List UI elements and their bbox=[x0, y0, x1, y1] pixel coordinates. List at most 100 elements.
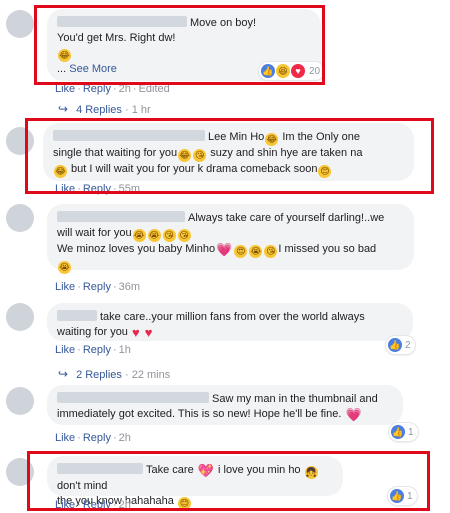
reply-link[interactable]: Reply bbox=[83, 344, 111, 356]
comment-actions: Like · Reply · 2h bbox=[55, 432, 131, 444]
kissing-emoji-icon: 😘 bbox=[193, 149, 207, 162]
reaction-summary[interactable]: 👍 1 bbox=[388, 487, 417, 505]
edited-label[interactable]: Edited bbox=[139, 83, 170, 95]
comment-text: Take care bbox=[146, 464, 194, 476]
reply-link[interactable]: Reply bbox=[83, 183, 111, 195]
avatar[interactable] bbox=[6, 387, 34, 415]
ellipsis: ... bbox=[57, 63, 67, 75]
comment-text: waiting for you bbox=[57, 326, 128, 338]
comment-bubble: take care..your million fans from over t… bbox=[47, 303, 413, 341]
comment-text: will wait for you bbox=[57, 227, 132, 239]
replies-time: 22 mins bbox=[131, 369, 171, 381]
comment-text: take care..your million fans from over t… bbox=[100, 311, 365, 323]
smiling-emoji-icon: 😊 bbox=[177, 497, 191, 510]
timestamp[interactable]: 55m bbox=[119, 183, 140, 195]
reply-link[interactable]: Reply bbox=[83, 281, 111, 293]
like-link[interactable]: Like bbox=[55, 432, 75, 444]
comment-text: but I will wait you for your k drama com… bbox=[68, 163, 318, 175]
replies-toggle[interactable]: ↪ 4 Replies · 1 hr bbox=[58, 102, 151, 116]
comment-bubble: Always take care of yourself darling!..w… bbox=[47, 204, 414, 274]
haha-reaction-icon: 😆 bbox=[276, 64, 290, 78]
like-link[interactable]: Like bbox=[55, 281, 75, 293]
replies-count[interactable]: 4 Replies bbox=[76, 104, 122, 116]
like-link[interactable]: Like bbox=[55, 83, 75, 95]
timestamp[interactable]: 2h bbox=[119, 83, 131, 95]
like-link[interactable]: Like bbox=[55, 344, 75, 356]
blurred-name bbox=[57, 392, 209, 403]
heart-emoji-icon: ♥ bbox=[132, 325, 140, 340]
heart-emoji-icon: ♥ bbox=[144, 325, 153, 340]
like-reaction-icon: 👍 bbox=[390, 489, 404, 503]
like-reaction-icon: 👍 bbox=[261, 64, 275, 78]
comment-actions: Like · Reply · 2h · Edited bbox=[55, 83, 170, 95]
heart-eyes-emoji-icon: 😍 bbox=[234, 245, 248, 258]
laughing-emoji-icon: 😂 bbox=[178, 149, 192, 162]
replies-time: 1 hr bbox=[131, 104, 151, 116]
comment-text: single that waiting for you bbox=[53, 147, 178, 159]
girl-emoji-icon: 👧 bbox=[304, 466, 318, 479]
comment-text: Saw my man in the thumbnail and bbox=[212, 393, 378, 405]
comment-actions: Like · Reply · 36m bbox=[55, 281, 141, 293]
reaction-summary[interactable]: 👍 2 bbox=[386, 336, 415, 354]
comment-actions: Like · Reply · 1h bbox=[55, 344, 131, 356]
timestamp[interactable]: 36m bbox=[119, 281, 140, 293]
laughing-emoji-icon: 😂 bbox=[265, 133, 279, 146]
kissing-emoji-icon: 😘 bbox=[162, 229, 176, 242]
heart-emoji-icon: 💖 bbox=[197, 463, 214, 478]
reply-arrow-icon: ↪ bbox=[58, 102, 69, 116]
comment-text: We minoz loves you baby Minho bbox=[57, 243, 216, 255]
reaction-count: 1 bbox=[407, 490, 413, 502]
avatar[interactable] bbox=[6, 303, 34, 331]
reaction-summary[interactable]: 👍 1 bbox=[389, 423, 418, 441]
comment-actions: Like · Reply · 2h bbox=[55, 499, 131, 511]
blurred-name bbox=[57, 211, 185, 222]
laughing-emoji-icon: 😂 bbox=[58, 49, 71, 62]
reply-arrow-icon: ↪ bbox=[58, 367, 69, 381]
heart-emoji-icon: 💗 bbox=[345, 407, 362, 422]
comment-text: immediately got excited. This is so new!… bbox=[57, 408, 342, 420]
like-link[interactable]: Like bbox=[55, 183, 75, 195]
crying-laughing-emoji-icon: 😭 bbox=[147, 229, 161, 242]
comment-bubble: Lee Min Ho 😂 Im the Only one single that … bbox=[43, 123, 414, 181]
reaction-count: 20 bbox=[309, 65, 321, 77]
comment-text: Move on boy! bbox=[190, 17, 257, 29]
like-reaction-icon: 👍 bbox=[391, 425, 405, 439]
comment-bubble: Take care 💖 i love you min ho 👧 don't mi… bbox=[47, 456, 343, 510]
like-link[interactable]: Like bbox=[55, 499, 75, 511]
comment-text: You'd get Mrs. Right dw! bbox=[57, 32, 176, 44]
comment-bubble: Saw my man in the thumbnail and immediat… bbox=[47, 385, 403, 425]
reaction-summary[interactable]: 👍 😆 ♥ 20 bbox=[259, 62, 325, 80]
timestamp[interactable]: 1h bbox=[119, 344, 131, 356]
laughing-emoji-icon: 😂 bbox=[54, 165, 67, 178]
reply-link[interactable]: Reply bbox=[83, 432, 111, 444]
blurred-name bbox=[57, 310, 97, 321]
replies-toggle[interactable]: ↪ 2 Replies · 22 mins bbox=[58, 367, 170, 381]
avatar[interactable] bbox=[6, 204, 34, 232]
reply-link[interactable]: Reply bbox=[83, 83, 111, 95]
see-more-link[interactable]: See More bbox=[69, 63, 117, 75]
reaction-count: 1 bbox=[408, 426, 414, 438]
blurred-name bbox=[53, 130, 205, 141]
crying-laughing-emoji-icon: 😭 bbox=[132, 229, 146, 242]
crying-emoji-icon: 😭 bbox=[58, 261, 71, 274]
like-reaction-icon: 👍 bbox=[388, 338, 402, 352]
blurred-name bbox=[57, 16, 187, 27]
heart-emoji-icon: 💗 bbox=[216, 242, 233, 257]
reaction-count: 2 bbox=[405, 339, 411, 351]
comment-actions: Like · Reply · 55m bbox=[55, 183, 141, 195]
blurred-name bbox=[57, 463, 143, 474]
comment-text: Always take care of yourself darling!..w… bbox=[188, 212, 385, 224]
kissing-emoji-icon: 😘 bbox=[177, 229, 191, 242]
love-reaction-icon: ♥ bbox=[291, 64, 305, 78]
timestamp[interactable]: 2h bbox=[119, 499, 131, 511]
avatar[interactable] bbox=[6, 10, 34, 38]
comment-text: Lee Min Ho bbox=[208, 131, 265, 143]
avatar[interactable] bbox=[6, 127, 34, 155]
replies-count[interactable]: 2 Replies bbox=[76, 369, 122, 381]
crying-laughing-emoji-icon: 😭 bbox=[249, 245, 263, 258]
smiling-emoji-icon: 😊 bbox=[318, 165, 332, 178]
timestamp[interactable]: 2h bbox=[119, 432, 131, 444]
reply-link[interactable]: Reply bbox=[83, 499, 111, 511]
kissing-emoji-icon: 😘 bbox=[264, 245, 278, 258]
avatar[interactable] bbox=[6, 458, 34, 486]
